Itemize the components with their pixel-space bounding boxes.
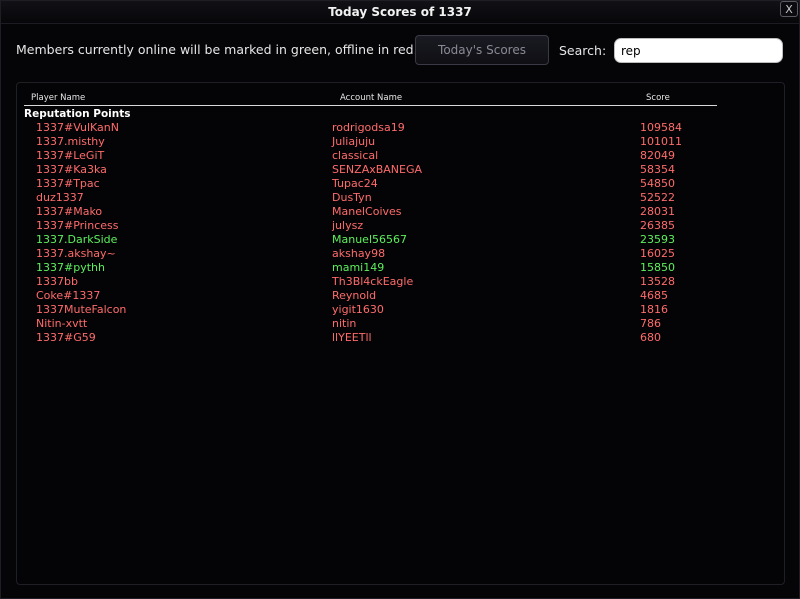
player-name-cell: Nitin-xvtt xyxy=(36,317,88,330)
account-name-cell: llYEETll xyxy=(332,331,372,344)
account-name-cell: classical xyxy=(332,149,379,162)
player-name-cell: 1337.akshay~ xyxy=(36,247,116,260)
player-name-cell: 1337#Ka3ka xyxy=(36,163,107,176)
player-name-cell: 1337#Princess xyxy=(36,219,119,232)
table-row[interactable]: 1337.misthy Juliajuju 101011 xyxy=(1,135,800,149)
account-name-cell: Tupac24 xyxy=(332,177,378,190)
today-scores-window: Today Scores of 1337 X Members currently… xyxy=(0,0,800,599)
account-name-cell: DusTyn xyxy=(332,191,372,204)
score-cell: 4685 xyxy=(640,289,668,302)
player-name-cell: 1337.DarkSide xyxy=(36,233,118,246)
player-name-cell: 1337#pythh xyxy=(36,261,105,274)
score-cell: 58354 xyxy=(640,163,675,176)
close-button[interactable]: X xyxy=(780,1,798,17)
table-row[interactable]: 1337#LeGiT classical 82049 xyxy=(1,149,800,163)
table-row[interactable]: 1337#Tpac Tupac24 54850 xyxy=(1,177,800,191)
section-title: Reputation Points xyxy=(24,108,131,120)
account-name-cell: julysz xyxy=(332,219,364,232)
account-name-cell: akshay98 xyxy=(332,247,386,260)
score-cell: 15850 xyxy=(640,261,675,274)
score-cell: 52522 xyxy=(640,191,675,204)
account-name-cell: mami149 xyxy=(332,261,385,274)
table-row[interactable]: 1337#pythh mami149 15850 xyxy=(1,261,800,275)
player-name-cell: Coke#1337 xyxy=(36,289,101,302)
column-header-score[interactable]: Score xyxy=(646,91,670,105)
title-bar: Today Scores of 1337 X xyxy=(1,1,799,24)
account-name-cell: SENZAxBANEGA xyxy=(332,163,423,176)
score-cell: 1816 xyxy=(640,303,668,316)
table-row[interactable]: 1337#Princess julysz 26385 xyxy=(1,219,800,233)
table-row[interactable]: 1337bb Th3Bl4ckEagle 13528 xyxy=(1,275,800,289)
score-cell: 680 xyxy=(640,331,661,344)
score-cell: 28031 xyxy=(640,205,675,218)
player-name-cell: 1337#G59 xyxy=(36,331,96,344)
player-name-cell: 1337#Tpac xyxy=(36,177,100,190)
table-row[interactable]: 1337#Ka3ka SENZAxBANEGA 58354 xyxy=(1,163,800,177)
score-cell: 786 xyxy=(640,317,661,330)
table-row[interactable]: 1337#VulKanN rodrigodsa19 109584 xyxy=(1,121,800,135)
score-rows: 1337#VulKanN rodrigodsa19 109584 1337.misth… xyxy=(1,121,800,345)
player-name-cell: 1337#Mako xyxy=(36,205,103,218)
todays-scores-button[interactable]: Today's Scores xyxy=(415,35,549,65)
score-cell: 101011 xyxy=(640,135,682,148)
score-cell: 23593 xyxy=(640,233,675,246)
score-cell: 54850 xyxy=(640,177,675,190)
account-name-cell: rodrigodsa19 xyxy=(332,121,405,134)
player-name-cell: 1337bb xyxy=(36,275,78,288)
column-header-account[interactable]: Account Name xyxy=(340,91,402,105)
table-row[interactable]: 1337.akshay~ akshay98 16025 xyxy=(1,247,800,261)
score-cell: 13528 xyxy=(640,275,675,288)
status-legend-text: Members currently online will be marked … xyxy=(16,42,418,57)
player-name-cell: 1337MuteFalcon xyxy=(36,303,127,316)
search-input[interactable] xyxy=(614,38,783,63)
table-row[interactable]: 1337#Mako ManelCoives 28031 xyxy=(1,205,800,219)
score-cell: 82049 xyxy=(640,149,675,162)
table-row[interactable]: 1337.DarkSide Manuel56567 23593 xyxy=(1,233,800,247)
table-row[interactable]: Coke#1337 Reynold 4685 xyxy=(1,289,800,303)
table-row[interactable]: 1337MuteFalcon yigit1630 1816 xyxy=(1,303,800,317)
table-row[interactable]: Nitin-xvtt nitin 786 xyxy=(1,317,800,331)
search-label: Search: xyxy=(559,43,607,58)
player-name-cell: 1337#LeGiT xyxy=(36,149,105,162)
table-header: Player Name Account Name Score xyxy=(24,91,717,106)
score-cell: 109584 xyxy=(640,121,682,134)
account-name-cell: yigit1630 xyxy=(332,303,384,316)
table-row[interactable]: duz1337 DusTyn 52522 xyxy=(1,191,800,205)
player-name-cell: duz1337 xyxy=(36,191,84,204)
player-name-cell: 1337#VulKanN xyxy=(36,121,119,134)
account-name-cell: Manuel56567 xyxy=(332,233,407,246)
account-name-cell: Th3Bl4ckEagle xyxy=(332,275,414,288)
score-cell: 16025 xyxy=(640,247,675,260)
account-name-cell: nitin xyxy=(332,317,357,330)
score-cell: 26385 xyxy=(640,219,675,232)
table-row[interactable]: 1337#G59 llYEETll 680 xyxy=(1,331,800,345)
window-title: Today Scores of 1337 xyxy=(328,5,472,19)
player-name-cell: 1337.misthy xyxy=(36,135,105,148)
column-header-player[interactable]: Player Name xyxy=(31,91,85,105)
account-name-cell: Reynold xyxy=(332,289,377,302)
account-name-cell: Juliajuju xyxy=(332,135,376,148)
account-name-cell: ManelCoives xyxy=(332,205,402,218)
